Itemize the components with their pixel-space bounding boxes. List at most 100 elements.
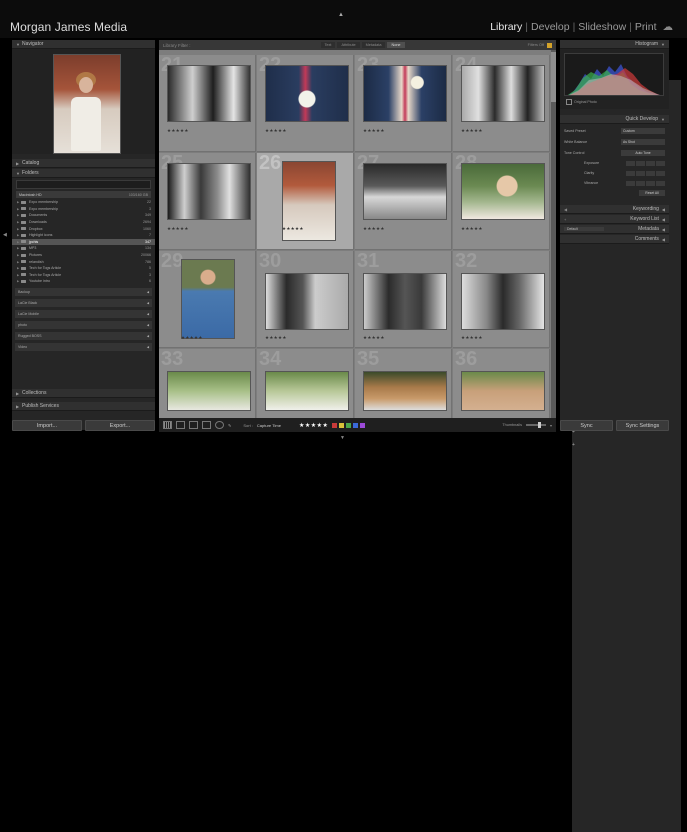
reset-all-button[interactable]: Reset All — [639, 190, 665, 196]
metadata-header[interactable]: Default Metadata ◀ — [560, 225, 669, 234]
color-label-swatch[interactable] — [332, 422, 338, 428]
expand-arrow-icon[interactable]: ◀ — [147, 290, 149, 294]
thumbnail-rating[interactable]: ★★★★★ — [461, 335, 483, 341]
filter-tab-attribute[interactable]: Attribute — [337, 42, 360, 48]
grid-cell[interactable]: 25★★★★★ — [159, 152, 256, 250]
grid-cell[interactable]: 28★★★★★ — [453, 152, 550, 250]
thumbnail-rating[interactable]: ★★★★★ — [167, 128, 189, 134]
photo-thumbnail[interactable] — [167, 371, 251, 411]
grid-cell[interactable]: 35 — [355, 348, 452, 425]
folders-header[interactable]: ▼Folders + — [12, 80, 681, 470]
auto-tone-button[interactable]: Auto Tone — [621, 150, 665, 156]
keywording-header[interactable]: ◀ Keywording ◀ — [560, 205, 669, 214]
navigator-header[interactable]: ▼ Navigator FIT FILL 100% 3:1 — [12, 40, 681, 470]
import-button[interactable]: Import... — [12, 420, 82, 431]
drive-header[interactable]: Macintosh HD 103/160 GB — [16, 191, 151, 198]
folder-search-input[interactable] — [16, 180, 151, 189]
photo-thumbnail[interactable] — [363, 163, 447, 220]
cloud-icon[interactable]: ☁ — [663, 21, 674, 33]
grid-cell[interactable]: 26 ★★★★★ — [257, 152, 354, 250]
volume-header[interactable]: Video ◀ — [15, 342, 152, 351]
filter-tab-metadata[interactable]: Metadata — [361, 42, 386, 48]
folder-item[interactable]: ▶ Expo membership 22 — [12, 199, 155, 206]
grid-cell[interactable]: 30 ★★★★★ — [257, 250, 354, 348]
photo-thumbnail[interactable] — [363, 371, 447, 411]
thumbnail-rating[interactable]: ★★★★★ — [265, 128, 287, 134]
color-label-swatch[interactable] — [339, 422, 345, 428]
photo-thumbnail[interactable] — [265, 273, 349, 330]
photo-thumbnail[interactable] — [167, 65, 251, 122]
folder-item[interactable]: ▶ jpchis 347 — [12, 238, 155, 246]
filter-tab-text[interactable]: Text — [320, 42, 336, 48]
volume-header[interactable]: LaCie Mobile ◀ — [15, 309, 152, 318]
volume-header[interactable]: Backup ◀ — [15, 287, 152, 296]
quick-develop-header[interactable]: Quick Develop ▼ — [560, 115, 669, 124]
sync-settings-button[interactable]: Sync Settings — [616, 420, 669, 431]
compare-view-icon[interactable] — [189, 421, 198, 429]
color-label-swatch[interactable] — [346, 422, 352, 428]
photo-thumbnail[interactable] — [363, 273, 447, 330]
photo-thumbnail[interactable] — [461, 371, 545, 411]
grid-scroll-thumb[interactable] — [551, 52, 556, 102]
folder-item[interactable]: ▶ Documents 349 — [12, 212, 155, 219]
filter-lock-icon[interactable] — [547, 42, 552, 48]
module-develop[interactable]: Develop — [531, 21, 570, 33]
folder-item[interactable]: ▶ Expo membership 3 — [12, 206, 155, 213]
expand-arrow-icon[interactable]: ◀ — [147, 334, 149, 338]
volume-header[interactable]: photo ◀ — [15, 320, 152, 329]
comments-header[interactable]: Comments ◀ — [560, 235, 669, 244]
adjust-buttons[interactable] — [626, 170, 665, 176]
photo-thumbnail[interactable] — [265, 65, 349, 122]
white-balance-select[interactable]: As Shot — [621, 139, 665, 145]
folder-item[interactable]: ▶ Tech for Togs Article 3 — [12, 272, 155, 279]
color-label-swatch[interactable] — [360, 422, 366, 428]
loupe-view-icon[interactable] — [176, 421, 185, 429]
grid-cell[interactable]: 29 ★★★★★ — [159, 250, 256, 348]
sort-select[interactable]: Capture Time — [257, 423, 281, 428]
volume-header[interactable]: LaCie Black ◀ — [15, 298, 152, 307]
folder-item[interactable]: ▶ Dropbox 1060 — [12, 225, 155, 232]
histogram-header[interactable]: Histogram ▼ — [560, 40, 669, 49]
grid-cell[interactable]: 22★★★★★ — [257, 55, 354, 152]
expand-arrow-icon[interactable]: ◀ — [147, 312, 149, 316]
thumbnail-rating[interactable]: ★★★★★ — [461, 128, 483, 134]
rating-stars[interactable]: ★★★★★ — [299, 422, 328, 429]
thumbnail-rating[interactable]: ★★★★★ — [265, 335, 287, 341]
folder-item[interactable]: ▶ Tech for Togs Article 5 — [12, 265, 155, 272]
photo-thumbnail[interactable] — [461, 65, 545, 122]
painter-icon[interactable]: ✎ — [228, 423, 231, 428]
thumbnail-rating[interactable]: ★★★★★ — [363, 226, 385, 232]
grid-cell[interactable]: 36 — [453, 348, 550, 425]
photo-thumbnail[interactable] — [167, 163, 251, 220]
top-panel-toggle-icon[interactable]: ▲ — [338, 12, 344, 18]
navigator-preview[interactable] — [12, 49, 155, 154]
adjust-buttons[interactable] — [626, 180, 665, 186]
folder-item[interactable]: ▶ Youtube intro 6 — [12, 278, 155, 285]
expand-arrow-icon[interactable]: ◀ — [147, 301, 149, 305]
adjust-buttons[interactable] — [626, 160, 665, 166]
left-panel-toggle-icon[interactable]: ◀ — [3, 232, 7, 238]
filter-tab-none[interactable]: None — [387, 42, 405, 48]
filmstrip-toggle-icon[interactable]: ▼ — [340, 435, 345, 441]
expand-arrow-icon[interactable]: ◀ — [147, 323, 149, 327]
photo-thumbnail[interactable] — [461, 163, 545, 220]
collections-header[interactable]: ▶ Collections + — [12, 389, 681, 819]
toolbar-menu-icon[interactable]: ▾ — [550, 423, 552, 428]
grid-cell[interactable]: 31 ★★★★★ — [355, 250, 452, 348]
grid-cell[interactable]: 32 ★★★★★ — [453, 250, 550, 348]
grid-cell[interactable]: 21★★★★★ — [159, 55, 256, 152]
grid-scrollbar[interactable] — [551, 50, 556, 420]
publish-services-header[interactable]: ▶ Publish Services + — [12, 402, 681, 832]
thumbnail-rating[interactable]: ★★★★★ — [282, 226, 304, 232]
keyword-list-header[interactable]: + Keyword List ◀ — [560, 215, 669, 224]
saved-preset-select[interactable]: Custom — [621, 128, 665, 134]
grid-view-icon[interactable] — [163, 421, 172, 429]
module-library[interactable]: Library — [490, 21, 522, 33]
thumbnail-rating[interactable]: ★★★★★ — [181, 335, 203, 341]
volume-header[interactable]: Rugged BOSS ◀ — [15, 331, 152, 340]
thumbnail-rating[interactable]: ★★★★★ — [461, 226, 483, 232]
module-slideshow[interactable]: Slideshow — [578, 21, 626, 33]
grid-cell[interactable]: 27★★★★★ — [355, 152, 452, 250]
folder-item[interactable]: ▶ Highlight icons 7 — [12, 232, 155, 239]
photo-thumbnail[interactable] — [363, 65, 447, 122]
